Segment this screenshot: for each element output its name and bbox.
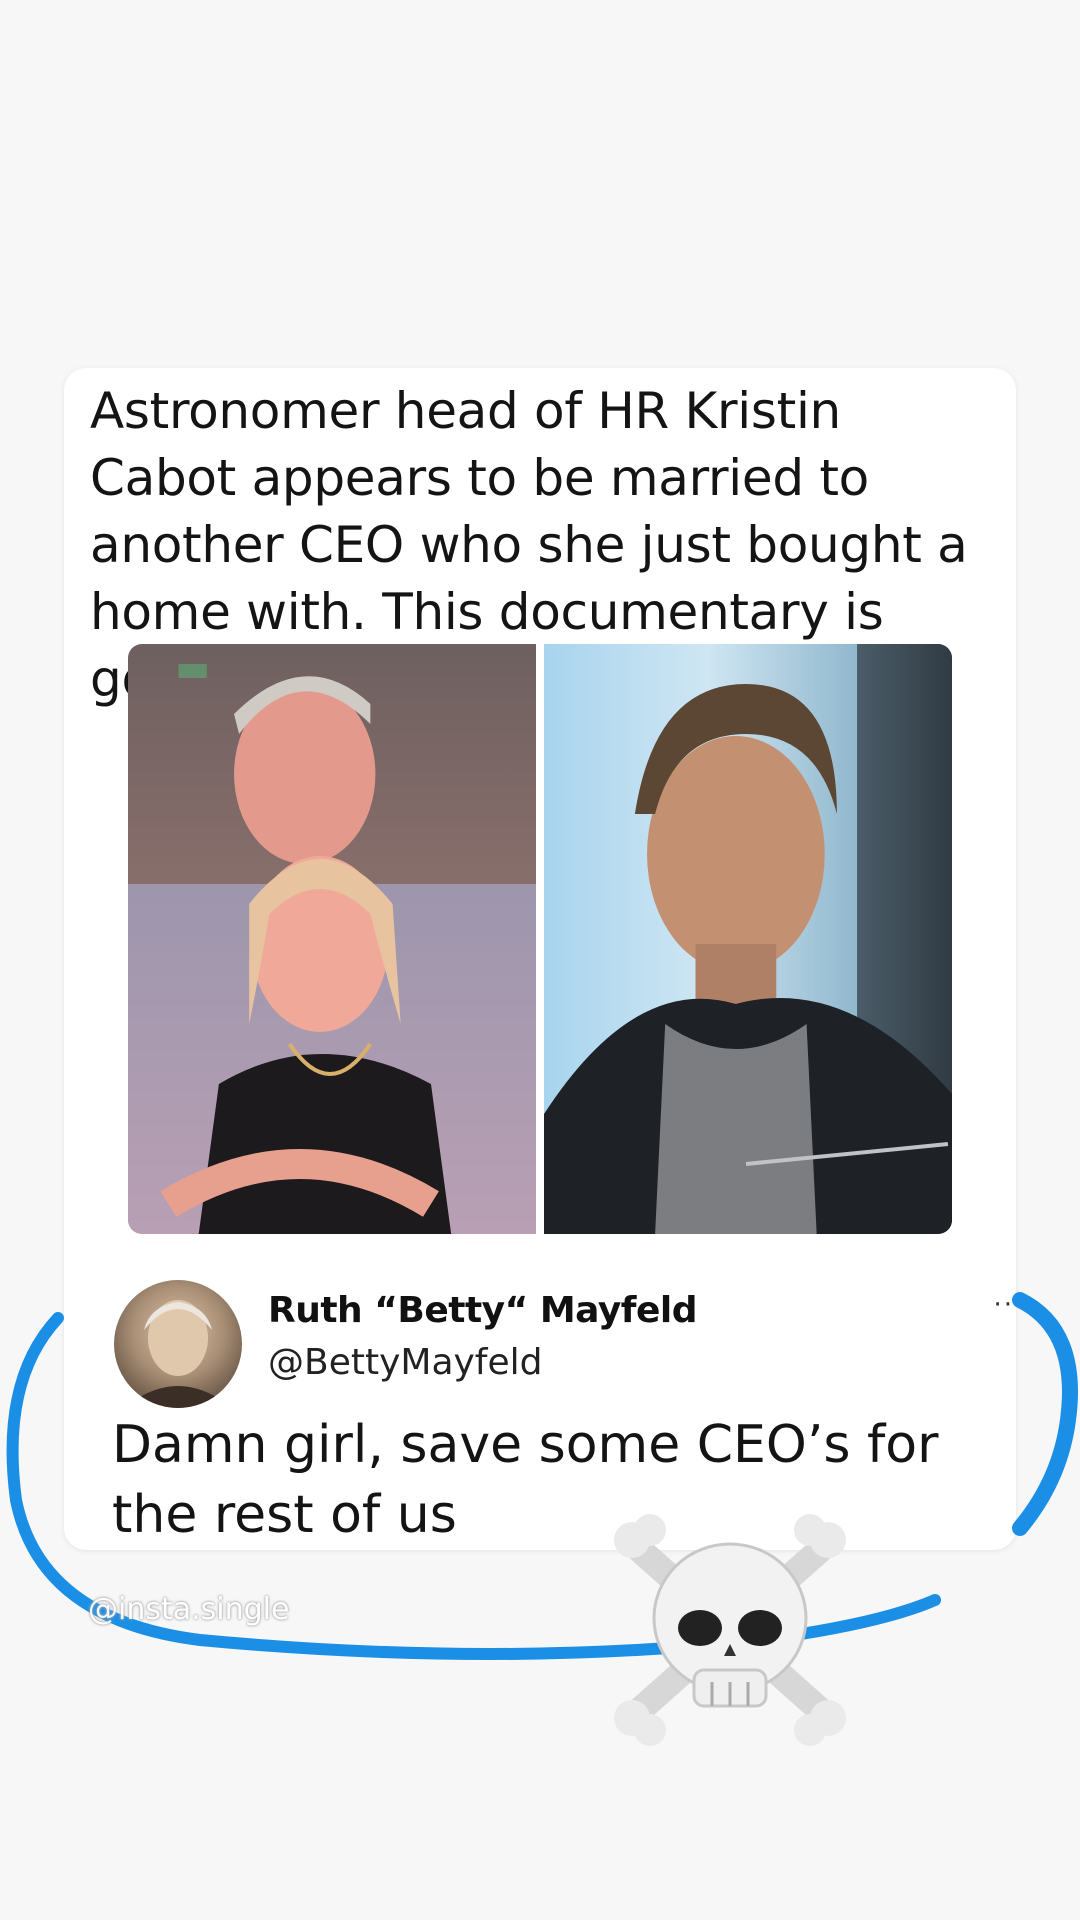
- post-image[interactable]: [128, 644, 952, 1234]
- photo-man: [544, 644, 952, 1234]
- photo-couple: [128, 644, 536, 1234]
- watermark: @insta.single: [88, 1592, 290, 1627]
- skull-crossbones-icon: [614, 1514, 846, 1746]
- story-canvas: Astronomer head of HR Kristin Cabot appe…: [0, 0, 1080, 1920]
- author-handle[interactable]: @BettyMayfeld: [268, 1342, 542, 1383]
- post-card: Astronomer head of HR Kristin Cabot appe…: [64, 368, 1016, 1550]
- reply-tweet: Ruth “Betty“ Mayfeld @BettyMayfeld ·· Da…: [64, 1250, 1016, 1550]
- author-name[interactable]: Ruth “Betty“ Mayfeld: [268, 1290, 697, 1331]
- more-options-icon[interactable]: ··: [993, 1290, 1014, 1320]
- avatar[interactable]: [114, 1280, 242, 1408]
